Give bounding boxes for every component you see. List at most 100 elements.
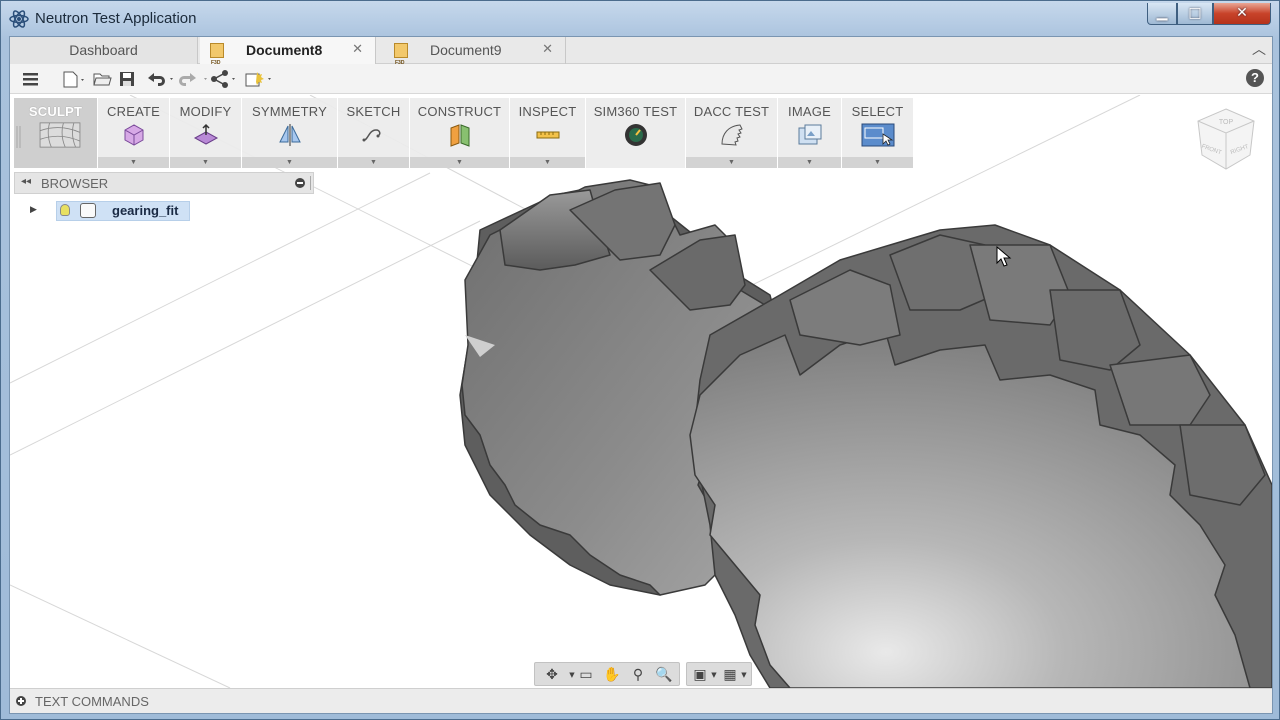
create-box-icon xyxy=(124,124,143,146)
ribbon-image[interactable]: IMAGE ▼ xyxy=(778,98,842,168)
dropdown-caret-icon[interactable]: ▼ xyxy=(170,157,241,168)
symmetry-icon xyxy=(278,124,301,146)
f3d-file-icon xyxy=(210,43,224,76)
component-icon xyxy=(80,203,96,218)
dropdown-caret-icon[interactable]: ▼ xyxy=(510,157,585,168)
ribbon-label: CREATE xyxy=(107,104,160,119)
ribbon-toolbar: SCULPT CREATE ▼ MODIFY ▼ SYMMETRY ▼ SKET… xyxy=(14,98,914,168)
display-group: ▣ ▼ ▦ ▼ xyxy=(686,662,752,686)
document-tab-bar: Dashboard Document8 ✕ Document9 ✕ ︿ xyxy=(10,37,1272,76)
expand-text-commands-icon[interactable] xyxy=(16,696,26,706)
browser-title: BROWSER xyxy=(41,176,109,191)
look-at-icon[interactable]: ▭ xyxy=(577,666,595,684)
ribbon-grip-icon[interactable] xyxy=(16,126,21,148)
dropdown-caret-icon[interactable]: ▼ xyxy=(410,157,509,168)
sketch-icon xyxy=(362,129,380,142)
menu-icon[interactable] xyxy=(22,69,40,89)
ribbon-sculpt[interactable]: SCULPT xyxy=(14,98,98,168)
measure-icon xyxy=(536,131,559,139)
ribbon-inspect[interactable]: INSPECT ▼ xyxy=(510,98,586,168)
visibility-bulb-icon[interactable] xyxy=(60,204,70,216)
ribbon-label: INSPECT xyxy=(518,104,577,119)
title-bar[interactable]: Neutron Test Application ▁ □ ✕ xyxy=(1,1,1279,37)
close-tab-icon[interactable]: ✕ xyxy=(542,37,553,63)
tab-dashboard[interactable]: Dashboard xyxy=(10,37,198,64)
viewcube-top-label[interactable]: TOP xyxy=(1219,119,1234,126)
open-folder-icon[interactable] xyxy=(92,69,112,89)
view-cube[interactable]: TOP FRONT RIGHT xyxy=(1195,107,1257,177)
ribbon-label: SCULPT xyxy=(28,104,83,119)
ribbon-sim360-test[interactable]: SIM360 TEST xyxy=(586,98,686,168)
browser-panel-header[interactable]: ◂◂ BROWSER xyxy=(14,172,314,194)
dropdown-caret-icon[interactable]: ▼ xyxy=(686,157,777,168)
window-title: Neutron Test Application xyxy=(35,10,197,27)
ribbon-create[interactable]: CREATE ▼ xyxy=(98,98,170,168)
dacc-icon xyxy=(720,124,743,146)
navigation-bar: ✥ ▼ ▭ ✋ ⚲ 🔍 ▣ ▼ ▦ ▼ xyxy=(534,662,752,686)
collapse-browser-icon[interactable]: ◂◂ xyxy=(21,176,31,187)
3d-viewport[interactable]: SCULPT CREATE ▼ MODIFY ▼ SYMMETRY ▼ SKET… xyxy=(10,95,1272,688)
undo-icon[interactable] xyxy=(144,69,180,89)
tab-document8[interactable]: Document8 ✕ xyxy=(200,37,376,76)
dropdown-caret-icon[interactable]: ▼ xyxy=(735,666,753,684)
app-window: Neutron Test Application ▁ □ ✕ Dashboard… xyxy=(0,0,1280,720)
ribbon-modify[interactable]: MODIFY ▼ xyxy=(170,98,242,168)
dropdown-caret-icon[interactable]: ▼ xyxy=(98,157,169,168)
navigation-group: ✥ ▼ ▭ ✋ ⚲ 🔍 xyxy=(534,662,680,686)
ribbon-label: SKETCH xyxy=(346,104,401,119)
text-commands-bar[interactable]: TEXT COMMANDS xyxy=(10,688,1272,713)
ribbon-label: CONSTRUCT xyxy=(417,104,502,119)
ribbon-label: SELECT xyxy=(851,104,904,119)
ribbon-label: DACC TEST xyxy=(693,104,770,119)
ribbon-label: SIM360 TEST xyxy=(593,104,678,119)
save-icon[interactable] xyxy=(118,69,136,89)
ribbon-dacc-test[interactable]: DACC TEST ▼ xyxy=(686,98,778,168)
panel-divider xyxy=(310,176,312,190)
construct-plane-icon xyxy=(450,124,469,147)
help-icon[interactable]: ? xyxy=(1246,69,1264,87)
tab-label: Document8 xyxy=(246,42,323,58)
ribbon-label: SYMMETRY xyxy=(251,104,328,119)
dropdown-caret-icon[interactable]: ▼ xyxy=(842,157,913,168)
share-icon[interactable] xyxy=(210,69,244,89)
minimize-panel-icon[interactable] xyxy=(295,178,305,188)
sim360-icon xyxy=(624,124,647,146)
tab-label: Document9 xyxy=(430,42,502,58)
orbit-icon[interactable]: ✥ xyxy=(543,666,561,684)
select-icon xyxy=(861,123,894,147)
ribbon-sketch[interactable]: SKETCH ▼ xyxy=(338,98,410,168)
expand-arrow-icon[interactable]: ▶ xyxy=(30,205,37,215)
mouse-cursor-icon xyxy=(996,246,1012,267)
dropdown-caret-icon[interactable]: ▼ xyxy=(338,157,409,168)
publish-icon[interactable] xyxy=(244,69,278,89)
ribbon-label: IMAGE xyxy=(788,104,831,119)
ribbon-construct[interactable]: CONSTRUCT ▼ xyxy=(410,98,510,168)
redo-icon[interactable] xyxy=(178,69,214,89)
minimize-button[interactable]: ▁ xyxy=(1147,3,1177,25)
zoom-icon[interactable]: 🔍 xyxy=(655,666,673,684)
zoom-window-icon[interactable]: ⚲ xyxy=(629,666,647,684)
close-button[interactable]: ✕ xyxy=(1213,3,1271,25)
close-tab-icon[interactable]: ✕ xyxy=(352,37,363,63)
collapse-ribbon-icon[interactable]: ︿ xyxy=(1252,39,1266,59)
tree-item-label: gearing_fit xyxy=(112,203,179,218)
quick-access-toolbar: ? xyxy=(10,64,1272,94)
text-commands-label: TEXT COMMANDS xyxy=(35,694,149,709)
new-file-icon[interactable] xyxy=(62,69,86,89)
pan-icon[interactable]: ✋ xyxy=(603,666,621,684)
atom-icon xyxy=(9,10,29,28)
ribbon-symmetry[interactable]: SYMMETRY ▼ xyxy=(242,98,338,168)
ribbon-label: MODIFY xyxy=(179,104,232,119)
tab-label: Dashboard xyxy=(69,42,138,58)
f3d-file-icon xyxy=(394,43,408,76)
sculpt-mesh-icon xyxy=(39,122,80,148)
modify-icon xyxy=(193,123,218,145)
application-client: Dashboard Document8 ✕ Document9 ✕ ︿ xyxy=(9,36,1273,714)
dropdown-caret-icon[interactable]: ▼ xyxy=(242,157,337,168)
image-icon xyxy=(798,124,821,145)
dropdown-caret-icon[interactable]: ▼ xyxy=(778,157,841,168)
large-gear xyxy=(689,224,1272,688)
ribbon-select[interactable]: SELECT ▼ xyxy=(842,98,914,168)
maximize-button[interactable]: □ xyxy=(1177,3,1213,25)
tab-document9[interactable]: Document9 ✕ xyxy=(384,37,566,76)
